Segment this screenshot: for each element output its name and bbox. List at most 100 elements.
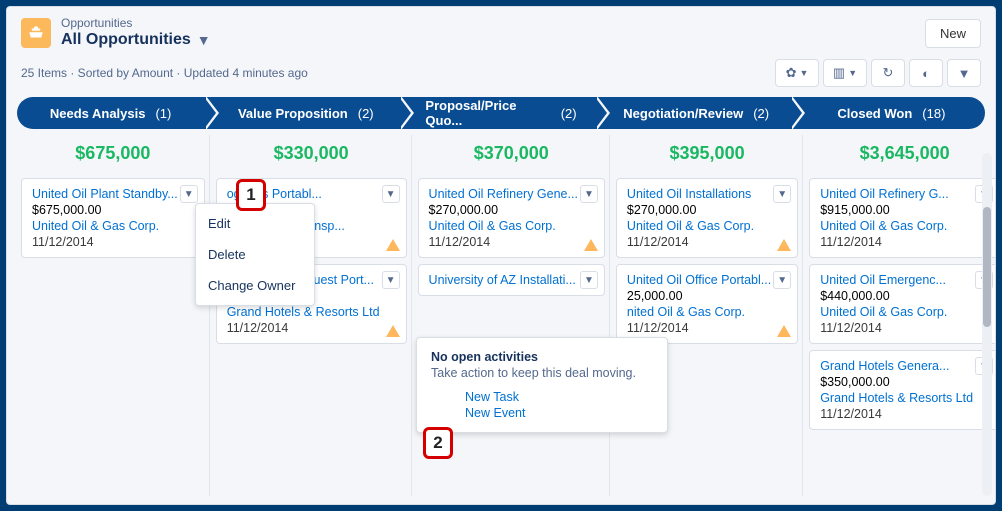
opportunity-link[interactable]: United Oil Emergenc... bbox=[820, 273, 973, 287]
close-date: 11/12/2014 bbox=[820, 407, 973, 421]
warning-icon bbox=[777, 325, 791, 337]
pie-icon: ◐ bbox=[922, 66, 930, 81]
page-header: Opportunities All Opportunities ▼ New bbox=[7, 7, 995, 55]
opportunity-link[interactable]: University of AZ Installati... bbox=[429, 273, 578, 287]
opportunity-card[interactable]: ▼ United Oil Refinery Gene... $270,000.0… bbox=[418, 178, 605, 258]
warning-icon bbox=[386, 325, 400, 337]
account-link[interactable]: nited Oil & Gas Corp. bbox=[627, 305, 771, 319]
title-group: Opportunities All Opportunities ▼ bbox=[61, 17, 925, 49]
account-link[interactable]: United Oil & Gas Corp. bbox=[429, 219, 578, 233]
opportunity-link[interactable]: Grand Hotels Genera... bbox=[820, 359, 973, 373]
gear-icon: ✿ bbox=[786, 65, 797, 81]
opportunity-card[interactable]: ▼ Grand Hotels Genera... $350,000.00 Gra… bbox=[809, 350, 995, 430]
menu-item-edit[interactable]: Edit bbox=[196, 208, 314, 239]
account-link[interactable]: United Oil & Gas Corp. bbox=[820, 305, 973, 319]
close-date: 11/12/2014 bbox=[227, 321, 380, 335]
opportunity-card[interactable]: ▼ United Oil Emergenc... $440,000.00 Uni… bbox=[809, 264, 995, 344]
callout-1: 1 bbox=[236, 179, 266, 211]
stage-ribbon: Needs Analysis(1) Value Proposition(2) P… bbox=[7, 95, 995, 135]
amount-value: 25,000.00 bbox=[627, 289, 771, 303]
object-label: Opportunities bbox=[61, 17, 925, 31]
chevron-down-icon: ▼ bbox=[848, 68, 857, 78]
opportunity-link[interactable]: United Oil Plant Standby... bbox=[32, 187, 178, 201]
stage-value-proposition[interactable]: Value Proposition(2) bbox=[204, 97, 399, 129]
view-name-text: All Opportunities bbox=[61, 31, 191, 49]
card-menu-button[interactable]: ▼ bbox=[580, 185, 598, 203]
amount-value: $270,000.00 bbox=[429, 203, 578, 217]
opportunity-link[interactable]: United Oil Installations bbox=[627, 187, 771, 201]
close-date: 11/12/2014 bbox=[627, 321, 771, 335]
refresh-button[interactable]: ↻ bbox=[871, 59, 905, 87]
new-button[interactable]: New bbox=[925, 19, 981, 48]
kanban-board: $675,000 ▼ United Oil Plant Standby... $… bbox=[7, 135, 995, 504]
card-menu-button[interactable]: ▼ bbox=[382, 271, 400, 289]
new-task-link[interactable]: New Task bbox=[465, 390, 653, 404]
list-settings-button[interactable]: ✿▼ bbox=[775, 59, 819, 87]
menu-item-delete[interactable]: Delete bbox=[196, 239, 314, 270]
list-toolbar: ✿▼ ▥▼ ↻ ◐ ▼ bbox=[775, 59, 981, 87]
opportunity-link[interactable]: United Oil Office Portabl... bbox=[627, 273, 771, 287]
opportunity-link[interactable]: United Oil Refinery Gene... bbox=[429, 187, 578, 201]
scroll-thumb[interactable] bbox=[983, 207, 991, 327]
warning-icon bbox=[386, 239, 400, 251]
warning-icon bbox=[777, 239, 791, 251]
filter-icon: ▼ bbox=[958, 66, 971, 81]
close-date: 11/12/2014 bbox=[429, 235, 578, 249]
card-menu-button[interactable]: ▼ bbox=[382, 185, 400, 203]
account-link[interactable]: Grand Hotels & Resorts Ltd bbox=[227, 305, 380, 319]
column-sum: $370,000 bbox=[414, 135, 609, 178]
stage-needs-analysis[interactable]: Needs Analysis(1) bbox=[17, 97, 204, 129]
card-menu-button[interactable]: ▼ bbox=[773, 271, 791, 289]
column-sum: $3,645,000 bbox=[805, 135, 995, 178]
vertical-scrollbar[interactable] bbox=[982, 153, 992, 496]
display-as-button[interactable]: ▥▼ bbox=[823, 59, 867, 87]
warning-icon bbox=[584, 239, 598, 251]
card-menu-button[interactable]: ▼ bbox=[773, 185, 791, 203]
opportunity-card[interactable]: ▼ United Oil Refinery G... $915,000.00 U… bbox=[809, 178, 995, 258]
table-icon: ▥ bbox=[833, 65, 845, 81]
column-sum: $330,000 bbox=[212, 135, 411, 178]
opportunity-card[interactable]: ▼ United Oil Installations $270,000.00 U… bbox=[616, 178, 798, 258]
kanban-column: $675,000 ▼ United Oil Plant Standby... $… bbox=[17, 135, 210, 496]
list-meta: 25 Items · Sorted by Amount · Updated 4 … bbox=[21, 66, 775, 80]
stage-proposal[interactable]: Proposal/Price Quo...(2) bbox=[399, 97, 594, 129]
opportunity-card[interactable]: ▼ United Oil Plant Standby... $675,000.0… bbox=[21, 178, 205, 258]
popover-title: No open activities bbox=[431, 350, 653, 364]
column-sum: $675,000 bbox=[17, 135, 209, 178]
chart-button[interactable]: ◐ bbox=[909, 59, 943, 87]
app-frame: Opportunities All Opportunities ▼ New 25… bbox=[6, 6, 996, 505]
card-menu-button[interactable]: ▼ bbox=[580, 271, 598, 289]
menu-item-change-owner[interactable]: Change Owner bbox=[196, 270, 314, 301]
amount-value: $270,000.00 bbox=[627, 203, 771, 217]
amount-value: $350,000.00 bbox=[820, 375, 973, 389]
list-view-picker[interactable]: All Opportunities ▼ bbox=[61, 31, 925, 49]
close-date: 11/12/2014 bbox=[627, 235, 771, 249]
opportunity-icon bbox=[21, 18, 51, 48]
chevron-down-icon: ▼ bbox=[799, 68, 808, 78]
opportunity-link[interactable]: United Oil Refinery G... bbox=[820, 187, 973, 201]
close-date: 11/12/2014 bbox=[820, 321, 973, 335]
amount-value: $915,000.00 bbox=[820, 203, 973, 217]
kanban-column: $395,000 ▼ United Oil Installations $270… bbox=[612, 135, 803, 496]
account-link[interactable]: United Oil & Gas Corp. bbox=[32, 219, 178, 233]
account-link[interactable]: United Oil & Gas Corp. bbox=[820, 219, 973, 233]
sub-header: 25 Items · Sorted by Amount · Updated 4 … bbox=[7, 55, 995, 95]
filter-button[interactable]: ▼ bbox=[947, 59, 981, 87]
callout-2: 2 bbox=[423, 427, 453, 459]
opportunity-card[interactable]: ▼ United Oil Office Portabl... 25,000.00… bbox=[616, 264, 798, 344]
account-link[interactable]: Grand Hotels & Resorts Ltd bbox=[820, 391, 973, 405]
refresh-icon: ↻ bbox=[883, 65, 894, 81]
close-date: 11/12/2014 bbox=[820, 235, 973, 249]
account-link[interactable]: United Oil & Gas Corp. bbox=[627, 219, 771, 233]
amount-value: $440,000.00 bbox=[820, 289, 973, 303]
kanban-column: $3,645,000 ▼ United Oil Refinery G... $9… bbox=[805, 135, 995, 496]
opportunity-card[interactable]: ▼ University of AZ Installati... bbox=[418, 264, 605, 296]
amount-value: $675,000.00 bbox=[32, 203, 178, 217]
stage-closed-won[interactable]: Closed Won(18) bbox=[790, 97, 985, 129]
new-event-link[interactable]: New Event bbox=[465, 406, 653, 420]
stage-negotiation[interactable]: Negotiation/Review(2) bbox=[595, 97, 790, 129]
popover-desc: Take action to keep this deal moving. bbox=[431, 366, 653, 380]
activity-popover: No open activities Take action to keep t… bbox=[416, 337, 668, 433]
card-menu-button[interactable]: ▼ bbox=[180, 185, 198, 203]
chevron-down-icon: ▼ bbox=[197, 32, 211, 48]
